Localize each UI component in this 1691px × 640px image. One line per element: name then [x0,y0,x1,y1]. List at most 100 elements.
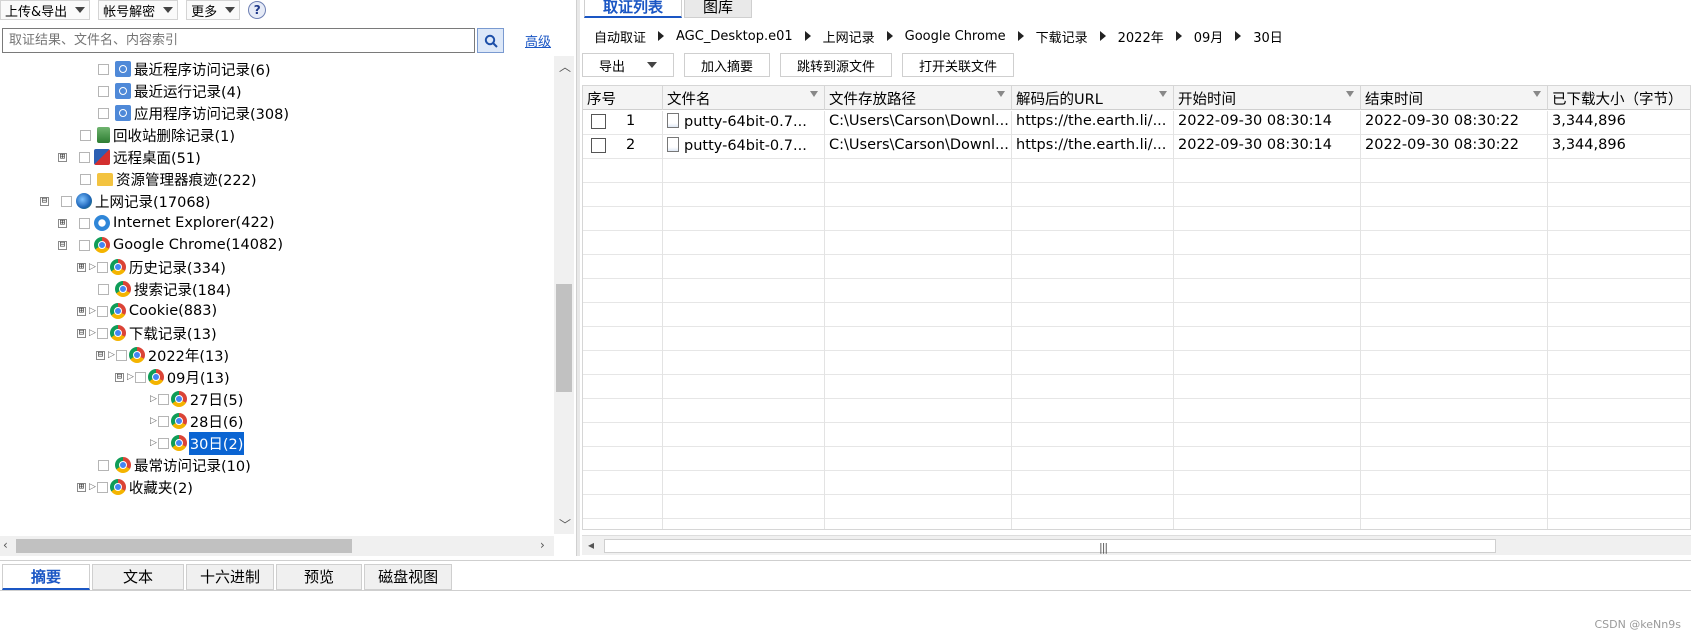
scroll-up-icon[interactable]: ︿ [559,58,571,75]
tree-item-day-30[interactable]: ▷ 30日(2) [150,431,245,455]
expand-toggle[interactable]: ⊞ [77,262,86,272]
row-checkbox[interactable] [591,113,606,129]
tree-item-google-chrome[interactable]: ⊟ Google Chrome(14082) [58,234,284,256]
breadcrumb-item[interactable]: 30日 [1253,27,1289,46]
tree-item-recent-program-access[interactable]: 最近程序访问记录(6) [98,58,272,80]
breadcrumb-item[interactable]: 下载记录 [1036,27,1094,46]
scroll-left-icon[interactable]: ‹ [3,538,8,552]
help-icon[interactable]: ? [248,1,267,19]
tree-checkbox[interactable] [157,393,169,405]
scroll-thumb[interactable]: ||| [604,539,1496,554]
breadcrumb-item[interactable]: 上网记录 [823,27,881,46]
column-header-filename[interactable]: 文件名 [663,86,825,110]
tree-checkbox[interactable] [96,261,108,273]
account-decrypt-menu[interactable]: 帐号解密 [98,0,179,20]
tree-vertical-scrollbar[interactable]: ︿ ﹀ [554,56,574,534]
export-button[interactable]: 导出 [582,53,675,77]
breadcrumb-item[interactable]: 09月 [1194,27,1230,46]
tree-item-internet-explorer[interactable]: ⊞ Internet Explorer(422) [58,212,276,234]
tree-item-day-27[interactable]: ▷ 27日(5) [150,388,244,410]
tab-text[interactable]: 文本 [92,564,185,590]
table-row[interactable]: 1 putty-64bit-0.7... C:\Users\Carson\Dow… [583,111,1690,135]
scroll-thumb[interactable] [556,284,572,392]
tree-checkbox[interactable] [61,195,72,207]
tree-checkbox[interactable] [79,151,90,163]
tree-checkbox[interactable] [96,327,108,339]
tree-item-bookmarks[interactable]: ⊞ ▷ 收藏夹(2) [77,476,194,498]
scroll-thumb[interactable] [16,539,352,553]
tree-item-day-28[interactable]: ▷ 28日(6) [150,410,244,432]
tree-item-web-records[interactable]: ⊟ 上网记录(17068) [40,190,211,212]
tree-checkbox[interactable] [79,217,90,229]
breadcrumb-item[interactable]: 自动取证 [594,27,652,46]
tree-item-recycle-bin[interactable]: 回收站删除记录(1) [80,124,236,146]
filter-icon[interactable] [997,91,1005,97]
tab-hex[interactable]: 十六进制 [186,564,275,590]
scroll-left-icon[interactable]: ◂ [588,538,594,552]
column-header-end-time[interactable]: 结束时间 [1361,86,1548,110]
filter-icon[interactable] [1346,91,1354,97]
tree-item-remote-desktop[interactable]: ⊞ 远程桌面(51) [58,146,202,168]
tree-item-chrome-downloads[interactable]: ⊟ ▷ 下载记录(13) [77,322,218,344]
column-header-size[interactable]: 已下载大小（字节） [1548,86,1690,110]
column-header-url[interactable]: 解码后的URL [1012,86,1174,110]
tree-checkbox[interactable] [134,371,146,383]
tree-item-explorer-traces[interactable]: 资源管理器痕迹(222) [80,168,258,190]
column-header-path[interactable]: 文件存放路径 [825,86,1012,110]
tree-checkbox[interactable] [98,459,109,471]
advanced-search-link[interactable]: 高级 [525,31,551,50]
search-input[interactable] [2,28,475,53]
tree-item-recent-run[interactable]: 最近运行记录(4) [98,80,243,102]
tree-item-chrome-cookie[interactable]: ⊞ ▷ Cookie(883) [77,300,218,322]
tab-evidence-list[interactable]: 取证列表 [584,0,683,18]
expand-toggle[interactable]: ⊞ [58,152,67,162]
upload-export-menu[interactable]: 上传&导出 [0,0,91,20]
tree-checkbox[interactable] [98,107,109,119]
expand-toggle[interactable]: ⊞ [58,218,67,228]
tree-checkbox[interactable] [96,305,108,317]
tab-disk-view[interactable]: 磁盘视图 [364,564,453,590]
tree-item-year-2022[interactable]: ⊟ ▷ 2022年(13) [96,344,230,366]
column-header-start-time[interactable]: 开始时间 [1174,86,1361,110]
filter-icon[interactable] [1533,91,1541,97]
tree-checkbox[interactable] [98,85,109,97]
tree-checkbox[interactable] [157,415,169,427]
expand-toggle[interactable]: ⊞ [77,306,86,316]
expand-toggle[interactable]: ⊞ [77,482,86,492]
collapse-toggle[interactable]: ⊟ [96,350,105,360]
tree-checkbox[interactable] [98,63,109,75]
tree-item-app-access[interactable]: 应用程序访问记录(308) [98,102,290,124]
filter-icon[interactable] [810,91,818,97]
scroll-down-icon[interactable]: ﹀ [559,516,571,533]
breadcrumb-item[interactable]: Google Chrome [905,29,1012,44]
add-summary-button[interactable]: 加入摘要 [684,53,771,77]
tree-checkbox[interactable] [80,129,91,141]
collapse-toggle[interactable]: ⊟ [115,372,124,382]
breadcrumb-item[interactable]: AGC_Desktop.e01 [676,29,799,44]
tree-checkbox[interactable] [79,239,90,251]
tab-summary[interactable]: 摘要 [2,564,91,590]
table-horizontal-scrollbar[interactable]: ◂ ||| [582,535,1691,555]
more-menu[interactable]: 更多 [186,0,241,20]
scroll-right-icon[interactable]: › [540,538,545,552]
table-row[interactable]: 2 putty-64bit-0.7... C:\Users\Carson\Dow… [583,135,1690,159]
tree-item-chrome-search[interactable]: 搜索记录(184) [98,278,232,300]
filter-icon[interactable] [1159,91,1167,97]
breadcrumb-item[interactable]: 2022年 [1118,27,1170,46]
tree-horizontal-scrollbar[interactable]: ‹ › [0,536,554,556]
collapse-toggle[interactable]: ⊟ [77,328,86,338]
tab-preview[interactable]: 预览 [276,564,363,590]
jump-to-source-button[interactable]: 跳转到源文件 [780,53,893,77]
tree-checkbox[interactable] [96,481,108,493]
tree-checkbox[interactable] [157,437,169,449]
tree-checkbox[interactable] [98,283,109,295]
column-header-index[interactable]: 序号 [583,86,663,110]
tree-item-month-09[interactable]: ⊟ ▷ 09月(13) [115,366,231,388]
tree-item-most-visited[interactable]: 最常访问记录(10) [98,454,252,476]
tree-checkbox[interactable] [80,173,91,185]
tree-item-chrome-history[interactable]: ⊞ ▷ 历史记录(334) [77,256,227,278]
collapse-toggle[interactable]: ⊟ [40,196,49,206]
collapse-toggle[interactable]: ⊟ [58,240,67,250]
search-button[interactable] [477,28,504,53]
row-checkbox[interactable] [591,137,606,153]
